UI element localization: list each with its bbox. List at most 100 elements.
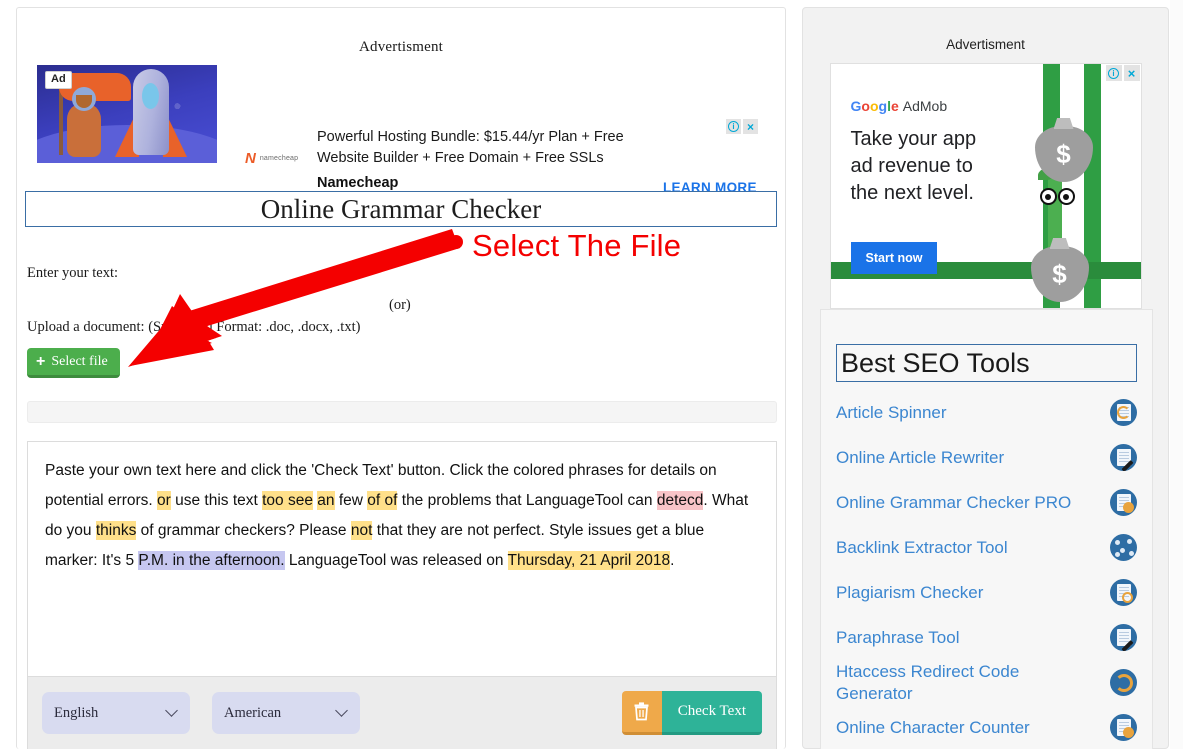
chevron-down-icon <box>165 704 178 717</box>
google-admob-brand: Google AdMob <box>851 98 948 114</box>
editor-highlight-err-grammar[interactable]: an <box>317 491 335 510</box>
ad-brand-name: Namecheap <box>317 175 399 191</box>
editor-highlight-err-grammar[interactable]: Thursday, 21 April 2018 <box>507 551 671 570</box>
article-rewriter-icon[interactable] <box>1110 444 1137 471</box>
seo-tool-label[interactable]: Online Character Counter <box>836 717 1110 739</box>
sidebar: Advertisment Google AdMob Take your app a… <box>802 7 1169 749</box>
ad-headline-line-1: Powerful Hosting Bundle: $15.44/yr Plan … <box>317 129 624 145</box>
seo-tool-label[interactable]: Online Article Rewriter <box>836 447 1110 469</box>
admob-start-now-button[interactable]: Start now <box>850 242 938 274</box>
seo-tool-item[interactable]: Htaccess Redirect Code Generator <box>836 660 1137 705</box>
google-letter: o <box>861 98 870 114</box>
editor-toolbar: English American Check Text <box>28 676 776 749</box>
page-root: Advertisment Ad N namecheap Powerful Hos… <box>0 0 1183 749</box>
google-letter: G <box>850 98 862 114</box>
seo-tools-list: Article Spinner Online Article Rewriter On… <box>836 390 1137 749</box>
google-letter: e <box>890 98 899 114</box>
chevron-down-icon <box>335 704 348 717</box>
seo-tool-label[interactable]: Online Grammar Checker PRO <box>836 492 1110 514</box>
editor-highlight-err-style[interactable]: P.M. in the afternoon. <box>138 551 285 570</box>
seo-tool-label[interactable]: Paraphrase Tool <box>836 627 1110 649</box>
seo-tool-item[interactable]: Article Spinner <box>836 390 1137 435</box>
trash-icon <box>634 702 649 721</box>
sidebar-advertisement-label: Advertisment <box>946 37 1025 52</box>
editor-text-content[interactable]: Paste your own text here and click the '… <box>28 442 776 677</box>
language-select[interactable]: English <box>42 692 190 734</box>
seo-tool-label[interactable]: Backlink Extractor Tool <box>836 537 1110 559</box>
ad-artwork-image[interactable]: Ad <box>37 65 217 163</box>
editor-highlight-err-spell[interactable]: detecd <box>656 491 704 510</box>
enter-text-label: Enter your text: <box>27 265 119 281</box>
admob-info-icon[interactable]: i <box>1105 65 1122 81</box>
ad-headline-line-2: Website Builder + Free Domain + Free SSL… <box>317 150 604 166</box>
admob-wordmark: AdMob <box>902 98 948 114</box>
namecheap-logo-mark: N <box>245 150 256 167</box>
namecheap-logo: N namecheap <box>245 151 298 166</box>
eye-right <box>1057 188 1075 205</box>
editor-highlight-err-grammar[interactable]: too see <box>262 491 313 510</box>
page-title: Online Grammar Checker <box>260 193 542 224</box>
language-select-value: English <box>54 704 99 721</box>
astronaut-shape <box>67 87 101 157</box>
upload-document-label: Upload a document: (Supported Format: .d… <box>27 319 361 335</box>
backlink-extractor-icon[interactable] <box>1110 534 1137 561</box>
ad-badge: Ad <box>45 71 72 89</box>
seo-tool-item[interactable]: Online Grammar Checker PRO <box>836 480 1137 525</box>
check-text-button[interactable]: Check Text <box>661 691 762 735</box>
advertisement-label: Advertisment <box>358 39 444 55</box>
ad-info-icon[interactable]: i <box>726 119 741 134</box>
annotation-label: Select The File <box>472 228 682 263</box>
seo-tool-item[interactable]: Plagiarism Checker <box>836 570 1137 615</box>
page-scrollbar[interactable] <box>1170 0 1183 749</box>
or-separator-label: (or) <box>389 297 411 313</box>
editor-highlight-err-grammar[interactable]: of of <box>367 491 398 510</box>
admob-info-glyph: i <box>1108 67 1119 79</box>
seo-tools-title: Best SEO Tools <box>841 347 1030 378</box>
admob-advertisement[interactable]: Google AdMob Take your app ad revenue to … <box>829 63 1142 309</box>
google-letter: g <box>878 98 888 114</box>
editor-text: . <box>670 552 675 569</box>
check-text-button-label: Check Text <box>677 703 746 719</box>
editor-highlight-err-grammar[interactable]: not <box>350 521 373 540</box>
namecheap-logo-word: namecheap <box>259 155 299 162</box>
editor-highlight-err-grammar[interactable]: thinks <box>95 521 137 540</box>
editor-text: few <box>334 492 368 509</box>
google-letter: o <box>869 98 879 114</box>
text-editor[interactable]: Paste your own text here and click the '… <box>27 441 777 749</box>
ad-controls[interactable]: i × <box>726 119 758 134</box>
clear-text-button[interactable] <box>621 691 662 735</box>
seo-tool-label[interactable]: Plagiarism Checker <box>836 582 1110 604</box>
ad-close-icon[interactable]: × <box>743 119 758 134</box>
paraphrase-tool-icon[interactable] <box>1110 624 1137 651</box>
seo-tool-item[interactable]: Backlink Extractor Tool <box>836 525 1137 570</box>
grammar-checker-pro-icon[interactable] <box>1110 489 1137 516</box>
rocket-shape <box>133 69 169 155</box>
top-advertisement-banner[interactable]: Ad N namecheap Powerful Hosting Bundle: … <box>17 63 785 195</box>
editor-text: use this text <box>170 492 263 509</box>
select-file-button-label: Select file <box>51 353 108 369</box>
main-content-panel: Advertisment Ad N namecheap Powerful Hos… <box>16 7 786 749</box>
money-bag-icon: $ <box>1030 246 1089 302</box>
editor-text: of grammar checkers? Please <box>136 522 351 539</box>
character-counter-icon[interactable] <box>1110 714 1137 741</box>
ad-info-glyph: i <box>728 121 739 132</box>
admob-headline: Take your app ad revenue to the next lev… <box>850 128 977 204</box>
seo-tool-label[interactable]: Htaccess Redirect Code Generator <box>836 661 1110 705</box>
seo-tools-title-box: Best SEO Tools <box>836 344 1137 382</box>
htaccess-redirect-icon[interactable] <box>1110 669 1137 696</box>
select-file-button[interactable]: + Select file <box>27 348 120 378</box>
variant-select[interactable]: American <box>212 692 360 734</box>
upload-progress-bar <box>27 401 777 423</box>
seo-tool-item[interactable]: Online Character Counter <box>836 705 1137 749</box>
page-title-box: Online Grammar Checker <box>25 191 777 227</box>
eye-left <box>1039 188 1057 205</box>
seo-tool-label[interactable]: Article Spinner <box>836 402 1110 424</box>
ad-copy: Powerful Hosting Bundle: $15.44/yr Plan … <box>317 127 647 191</box>
article-spinner-icon[interactable] <box>1110 399 1137 426</box>
seo-tool-item[interactable]: Online Article Rewriter <box>836 435 1137 480</box>
editor-highlight-err-grammar[interactable]: or <box>157 491 171 510</box>
admob-close-icon[interactable]: × <box>1123 65 1140 81</box>
admob-controls[interactable]: i × <box>1105 65 1140 81</box>
seo-tool-item[interactable]: Paraphrase Tool <box>836 615 1137 660</box>
plagiarism-checker-icon[interactable] <box>1110 579 1137 606</box>
